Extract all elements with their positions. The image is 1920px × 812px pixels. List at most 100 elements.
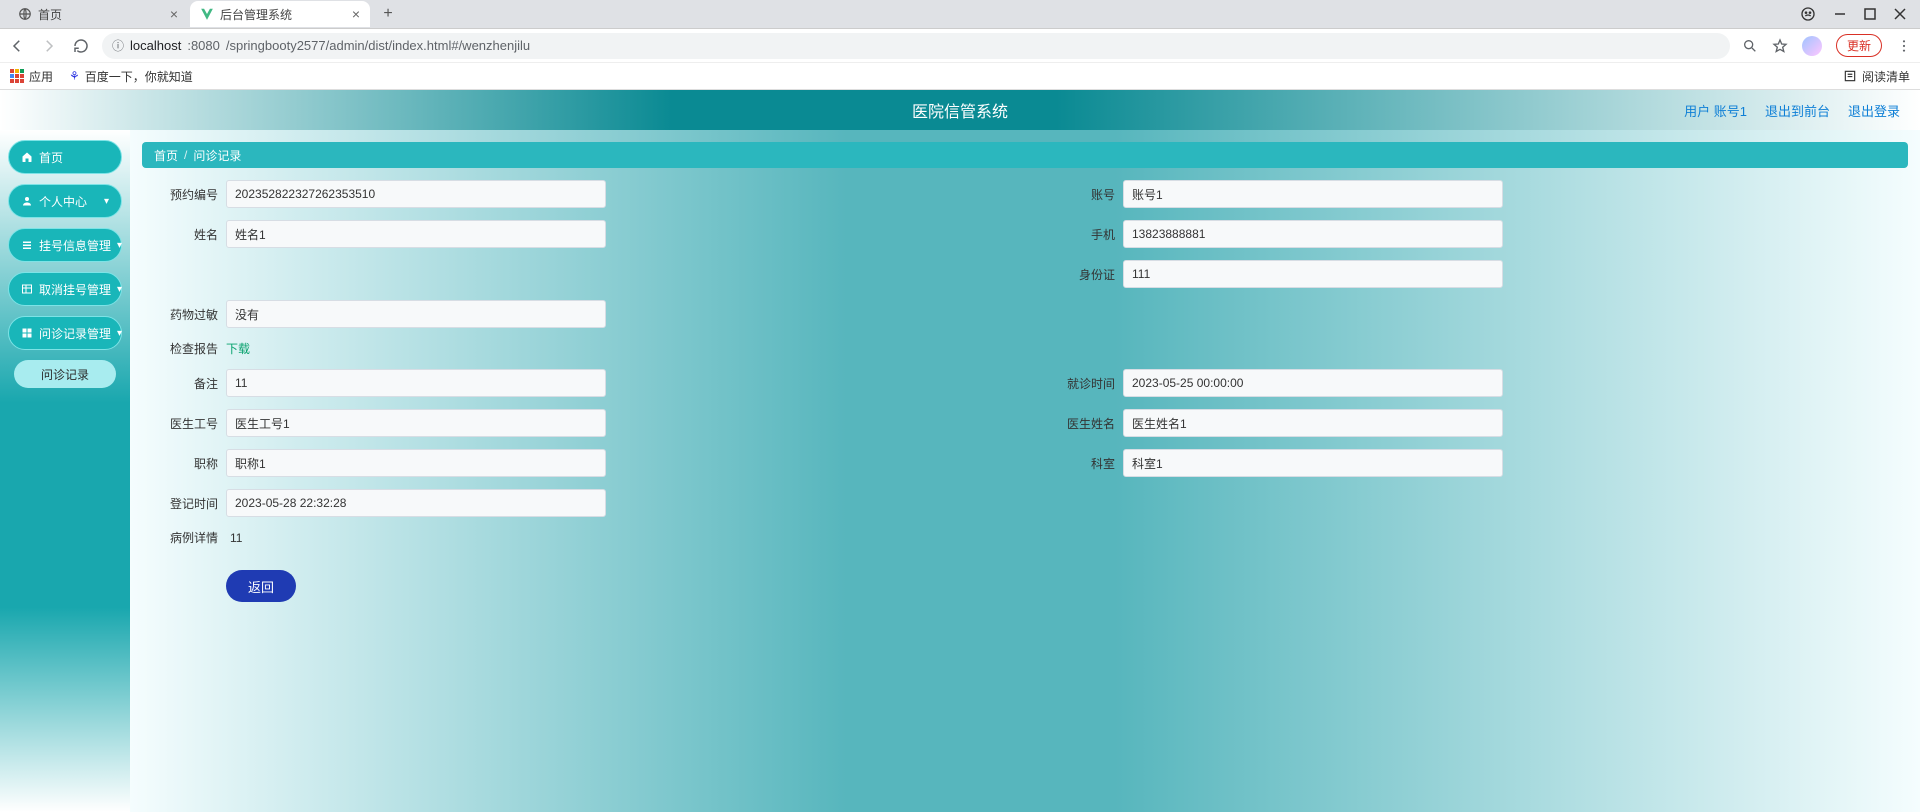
label-case-detail: 病例详情	[148, 529, 218, 546]
label-idcard: 身份证	[1045, 266, 1115, 283]
tab-title: 首页	[38, 6, 62, 23]
sidebar-item-register-mgmt[interactable]: 挂号信息管理 ▾	[8, 228, 122, 262]
label-title: 职称	[148, 455, 218, 472]
label-allergy: 药物过敏	[148, 306, 218, 323]
breadcrumb-sep: /	[184, 148, 187, 162]
reading-list-label: 阅读清单	[1862, 68, 1910, 85]
vue-icon	[200, 7, 214, 21]
input-dept[interactable]	[1123, 449, 1503, 477]
sidebar-item-label: 个人中心	[39, 193, 87, 210]
input-remark[interactable]	[226, 369, 606, 397]
tab-title: 后台管理系统	[220, 6, 292, 23]
download-link[interactable]: 下载	[226, 340, 250, 357]
sidebar-item-cancel-mgmt[interactable]: 取消挂号管理 ▾	[8, 272, 122, 306]
input-name[interactable]	[226, 220, 606, 248]
sidebar-item-personal[interactable]: 个人中心 ▾	[8, 184, 122, 218]
header-logout-link[interactable]: 退出登录	[1848, 101, 1900, 120]
chevron-down-icon: ▾	[104, 196, 109, 207]
maximize-icon[interactable]	[1864, 8, 1876, 20]
url-path: /springbooty2577/admin/dist/index.html#/…	[226, 38, 530, 53]
address-bar: ⓘ localhost:8080/springbooty2577/admin/d…	[0, 28, 1920, 62]
update-button[interactable]: 更新	[1836, 34, 1882, 57]
input-title[interactable]	[226, 449, 606, 477]
bookmark-bar: 应用 ⚘ 百度一下，你就知道 阅读清单	[0, 62, 1920, 90]
sidebar-subitem-record[interactable]: 问诊记录	[14, 360, 116, 388]
content-area: 首页 / 问诊记录 预约编号 账号 姓名	[130, 130, 1920, 812]
tab-bar: 首页 × 后台管理系统 × +	[0, 0, 1920, 28]
user-icon	[21, 195, 33, 207]
avatar[interactable]	[1802, 36, 1822, 56]
input-allergy[interactable]	[226, 300, 606, 328]
new-tab-button[interactable]: +	[376, 2, 400, 26]
label-name: 姓名	[148, 226, 218, 243]
table-icon	[21, 283, 33, 295]
header-to-front-link[interactable]: 退出到前台	[1765, 101, 1830, 120]
label-doc-name: 医生姓名	[1045, 415, 1115, 432]
reading-list-button[interactable]: 阅读清单	[1843, 68, 1910, 85]
list-icon	[1843, 69, 1857, 83]
label-doc-no: 医生工号	[148, 415, 218, 432]
browser-tab-admin[interactable]: 后台管理系统 ×	[190, 1, 370, 27]
close-icon[interactable]: ×	[352, 6, 360, 22]
app-header: 医院信管系统 用户 账号1 退出到前台 退出登录	[0, 90, 1920, 130]
minimize-icon[interactable]	[1834, 8, 1846, 20]
chevron-down-icon: ▾	[117, 328, 122, 339]
input-phone[interactable]	[1123, 220, 1503, 248]
label-reg-time: 登记时间	[148, 495, 218, 512]
menu-icon[interactable]	[1896, 38, 1912, 54]
window-close-icon[interactable]	[1894, 8, 1906, 20]
window-controls	[1800, 6, 1920, 22]
label-dept: 科室	[1045, 455, 1115, 472]
breadcrumb: 首页 / 问诊记录	[142, 142, 1908, 168]
input-reserve-no[interactable]	[226, 180, 606, 208]
input-visit-time[interactable]	[1123, 369, 1503, 397]
return-button[interactable]: 返回	[226, 570, 296, 602]
forward-icon[interactable]	[40, 37, 58, 55]
apps-label: 应用	[29, 68, 53, 85]
list-icon	[21, 239, 33, 251]
input-doc-name[interactable]	[1123, 409, 1503, 437]
label-remark: 备注	[148, 375, 218, 392]
breadcrumb-current: 问诊记录	[193, 147, 241, 164]
label-visit-time: 就诊时间	[1045, 375, 1115, 392]
grid-icon	[21, 327, 33, 339]
bookmark-label: 百度一下，你就知道	[85, 68, 193, 85]
apps-icon	[10, 69, 24, 83]
form-panel: 预约编号 账号 姓名 手机	[142, 180, 1908, 602]
app-title: 医院信管系统	[912, 98, 1008, 122]
sidebar-item-record-mgmt[interactable]: 问诊记录管理 ▾	[8, 316, 122, 350]
label-reserve-no: 预约编号	[148, 186, 218, 203]
breadcrumb-home[interactable]: 首页	[154, 147, 178, 164]
label-report: 检查报告	[148, 340, 218, 357]
sidebar-item-label: 取消挂号管理	[39, 281, 111, 298]
url-input[interactable]: ⓘ localhost:8080/springbooty2577/admin/d…	[102, 33, 1730, 59]
search-in-page-icon[interactable]	[1742, 38, 1758, 54]
sidebar: 首页 个人中心 ▾ 挂号信息管理 ▾ 取消挂号管理 ▾ 问诊记录管理 ▾	[0, 130, 130, 812]
bookmark-baidu[interactable]: ⚘ 百度一下，你就知道	[69, 68, 193, 85]
sidebar-item-label: 问诊记录	[41, 366, 89, 383]
info-icon: ⓘ	[112, 37, 124, 54]
close-icon[interactable]: ×	[170, 6, 178, 22]
globe-icon	[18, 7, 32, 21]
chevron-down-icon: ▾	[117, 240, 122, 251]
input-doc-no[interactable]	[226, 409, 606, 437]
input-account[interactable]	[1123, 180, 1503, 208]
browser-chrome: 首页 × 后台管理系统 × + ⓘ localhost:8080/springb…	[0, 0, 1920, 90]
sidebar-item-home[interactable]: 首页	[8, 140, 122, 174]
input-idcard[interactable]	[1123, 260, 1503, 288]
label-phone: 手机	[1045, 226, 1115, 243]
input-reg-time[interactable]	[226, 489, 606, 517]
sidebar-item-label: 挂号信息管理	[39, 237, 111, 254]
app: 医院信管系统 用户 账号1 退出到前台 退出登录 首页 个人中心 ▾ 挂号信息管…	[0, 90, 1920, 812]
url-port: :8080	[187, 38, 220, 53]
header-user-link[interactable]: 用户 账号1	[1684, 101, 1747, 120]
label-account: 账号	[1045, 186, 1115, 203]
browser-tab-home[interactable]: 首页 ×	[8, 1, 188, 27]
back-icon[interactable]	[8, 37, 26, 55]
sidebar-item-label: 问诊记录管理	[39, 325, 111, 342]
paw-icon: ⚘	[69, 69, 80, 83]
reload-icon[interactable]	[72, 37, 90, 55]
chevron-down-icon: ▾	[117, 284, 122, 295]
apps-shortcut[interactable]: 应用	[10, 68, 53, 85]
star-icon[interactable]	[1772, 38, 1788, 54]
